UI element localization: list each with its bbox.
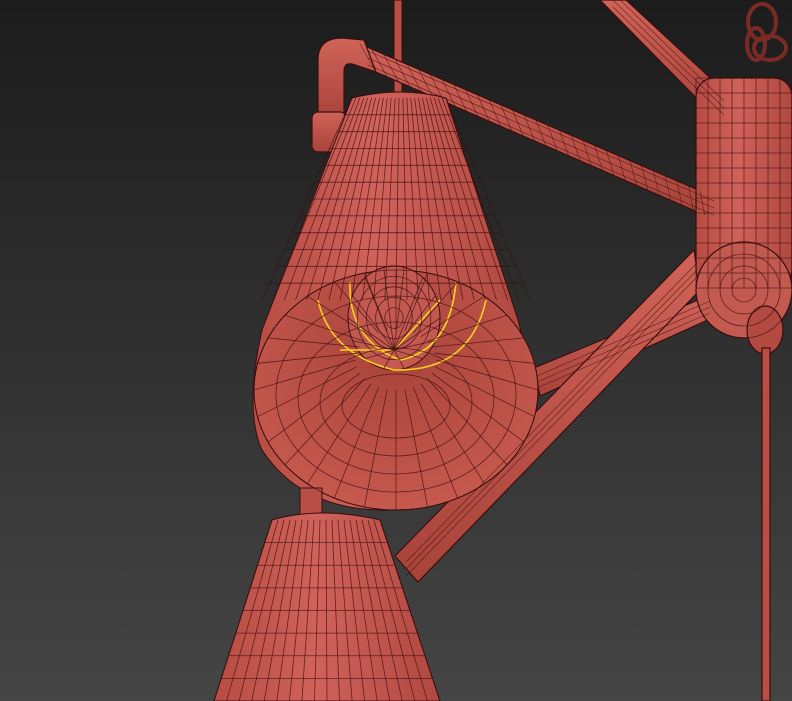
3d-viewport[interactable] [0,0,792,701]
wireframe-render[interactable] [0,0,792,701]
